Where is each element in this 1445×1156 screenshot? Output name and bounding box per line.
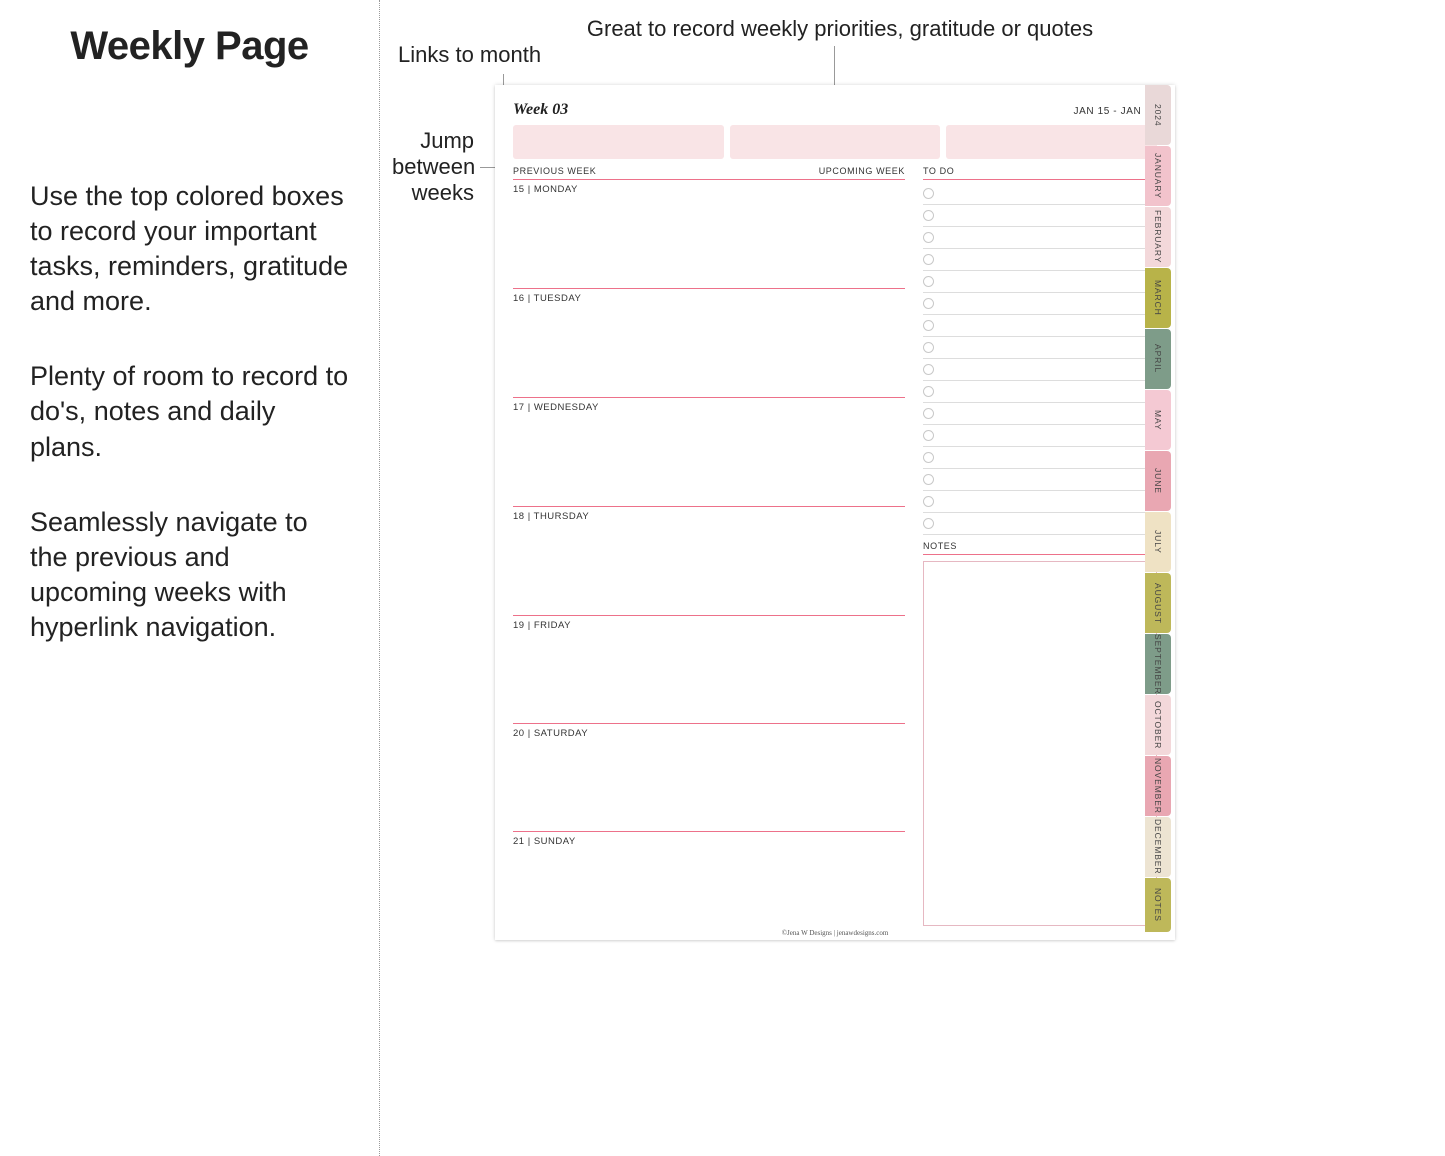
copyright: ©Jena W Designs | jenawdesigns.com	[495, 929, 1175, 937]
desc-p2: Plenty of room to record to do's, notes …	[30, 359, 349, 464]
planner-page: Week 03 JAN 15 - JAN 21 PREVIOUS WEEK UP…	[495, 85, 1175, 940]
left-column: Weekly Page Use the top colored boxes to…	[0, 0, 380, 1156]
checkbox-icon[interactable]	[923, 474, 934, 485]
day-block-sunday[interactable]: 21 | SUNDAY	[513, 832, 905, 939]
week-nav: PREVIOUS WEEK UPCOMING WEEK	[513, 166, 905, 180]
todo-item[interactable]	[923, 315, 1157, 337]
checkbox-icon[interactable]	[923, 254, 934, 265]
todo-item[interactable]	[923, 513, 1157, 535]
annot-jump-l1: Jump	[392, 128, 474, 154]
todo-item[interactable]	[923, 271, 1157, 293]
checkbox-icon[interactable]	[923, 408, 934, 419]
day-block-monday[interactable]: 15 | MONDAY	[513, 180, 905, 289]
tab-november[interactable]: NOVEMBER	[1145, 756, 1171, 816]
todo-list	[923, 183, 1157, 535]
desc-p1: Use the top colored boxes to record your…	[30, 179, 349, 319]
todo-item[interactable]	[923, 183, 1157, 205]
todo-item[interactable]	[923, 293, 1157, 315]
todo-item[interactable]	[923, 425, 1157, 447]
checkbox-icon[interactable]	[923, 342, 934, 353]
checkbox-icon[interactable]	[923, 210, 934, 221]
tab-notes[interactable]: NOTES	[1145, 878, 1171, 932]
tab-may[interactable]: MAY	[1145, 390, 1171, 450]
checkbox-icon[interactable]	[923, 452, 934, 463]
tab-february[interactable]: FEBRUARY	[1145, 207, 1171, 267]
checkbox-icon[interactable]	[923, 320, 934, 331]
checkbox-icon[interactable]	[923, 364, 934, 375]
annot-links-to-month: Links to month	[398, 42, 568, 68]
day-label: 20 | SATURDAY	[513, 728, 905, 739]
annot-jump-l2: between	[392, 154, 474, 180]
checkbox-icon[interactable]	[923, 276, 934, 287]
day-block-thursday[interactable]: 18 | THURSDAY	[513, 507, 905, 616]
previous-week-link[interactable]: PREVIOUS WEEK	[513, 166, 596, 176]
month-tabs: 2024JANUARYFEBRUARYMARCHAPRILMAYJUNEJULY…	[1145, 85, 1171, 933]
day-label: 21 | SUNDAY	[513, 836, 905, 847]
annot-priorities: Great to record weekly priorities, grati…	[560, 16, 1120, 42]
day-label: 18 | THURSDAY	[513, 511, 905, 522]
day-label: 15 | MONDAY	[513, 184, 905, 195]
days-column: PREVIOUS WEEK UPCOMING WEEK 15 | MONDAY 1…	[513, 166, 905, 939]
todo-item[interactable]	[923, 249, 1157, 271]
day-block-wednesday[interactable]: 17 | WEDNESDAY	[513, 398, 905, 507]
tab-september[interactable]: SEPTEMBER	[1145, 634, 1171, 694]
tab-january[interactable]: JANUARY	[1145, 146, 1171, 206]
todo-item[interactable]	[923, 227, 1157, 249]
side-column: TO DO NOTES	[923, 166, 1157, 939]
todo-item[interactable]	[923, 447, 1157, 469]
todo-heading: TO DO	[923, 166, 1157, 180]
day-label: 17 | WEDNESDAY	[513, 402, 905, 413]
day-block-tuesday[interactable]: 16 | TUESDAY	[513, 289, 905, 398]
checkbox-icon[interactable]	[923, 430, 934, 441]
todo-item[interactable]	[923, 469, 1157, 491]
checkbox-icon[interactable]	[923, 518, 934, 529]
upcoming-week-link[interactable]: UPCOMING WEEK	[819, 166, 905, 176]
day-block-friday[interactable]: 19 | FRIDAY	[513, 616, 905, 724]
priority-box-2[interactable]	[730, 125, 941, 159]
annot-jump-weeks: Jump between weeks	[392, 128, 474, 206]
checkbox-icon[interactable]	[923, 232, 934, 243]
tab-april[interactable]: APRIL	[1145, 329, 1171, 389]
day-label: 19 | FRIDAY	[513, 620, 905, 631]
priority-boxes	[513, 125, 1157, 159]
todo-item[interactable]	[923, 205, 1157, 227]
tab-july[interactable]: JULY	[1145, 512, 1171, 572]
tab-2024[interactable]: 2024	[1145, 85, 1171, 145]
tab-october[interactable]: OCTOBER	[1145, 695, 1171, 755]
todo-item[interactable]	[923, 491, 1157, 513]
checkbox-icon[interactable]	[923, 386, 934, 397]
todo-item[interactable]	[923, 403, 1157, 425]
tab-december[interactable]: DECEMBER	[1145, 817, 1171, 877]
page-title: Weekly Page	[30, 24, 349, 69]
todo-item[interactable]	[923, 381, 1157, 403]
notes-box[interactable]	[923, 561, 1157, 926]
checkbox-icon[interactable]	[923, 188, 934, 199]
tab-march[interactable]: MARCH	[1145, 268, 1171, 328]
tab-june[interactable]: JUNE	[1145, 451, 1171, 511]
notes-heading: NOTES	[923, 541, 1157, 555]
week-label[interactable]: Week 03	[513, 101, 568, 119]
todo-item[interactable]	[923, 359, 1157, 381]
checkbox-icon[interactable]	[923, 496, 934, 507]
checkbox-icon[interactable]	[923, 298, 934, 309]
tab-august[interactable]: AUGUST	[1145, 573, 1171, 633]
day-label: 16 | TUESDAY	[513, 293, 905, 304]
planner-header: Week 03 JAN 15 - JAN 21	[513, 101, 1157, 119]
day-block-saturday[interactable]: 20 | SATURDAY	[513, 724, 905, 832]
priority-box-3[interactable]	[946, 125, 1157, 159]
priority-box-1[interactable]	[513, 125, 724, 159]
desc-p3: Seamlessly navigate to the previous and …	[30, 505, 349, 645]
todo-item[interactable]	[923, 337, 1157, 359]
description: Use the top colored boxes to record your…	[30, 179, 349, 645]
annot-jump-l3: weeks	[392, 180, 474, 206]
planner-content: PREVIOUS WEEK UPCOMING WEEK 15 | MONDAY 1…	[513, 166, 1157, 939]
